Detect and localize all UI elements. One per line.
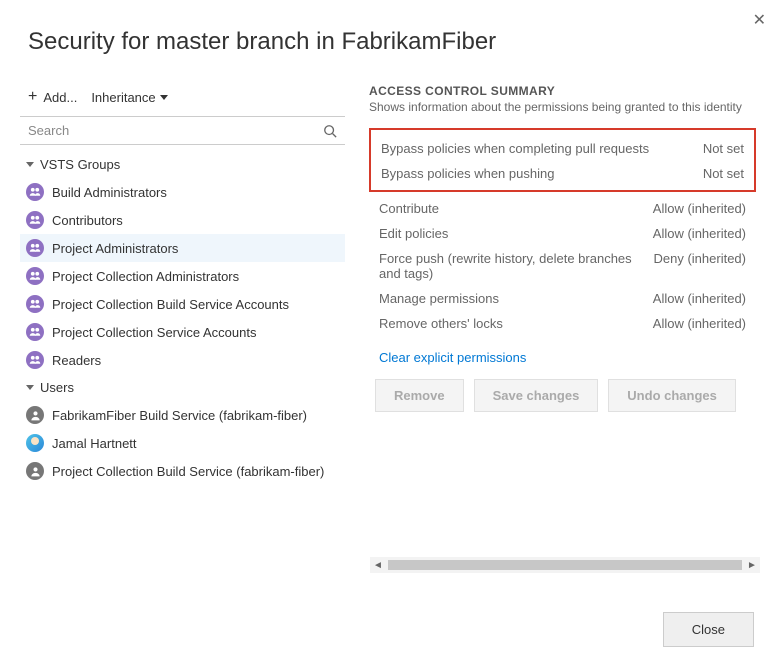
permission-row[interactable]: Remove others' locks Allow (inherited)	[369, 311, 756, 336]
group-label: Build Administrators	[52, 185, 167, 200]
permission-value: Deny (inherited)	[644, 251, 747, 281]
user-avatar-icon	[26, 434, 44, 452]
service-account-icon	[26, 462, 44, 480]
permission-name: Manage permissions	[379, 291, 499, 306]
plus-icon: +	[28, 88, 37, 106]
permission-value: Not set	[693, 141, 744, 156]
save-changes-button[interactable]: Save changes	[474, 379, 599, 412]
permission-name: Force push (rewrite history, delete bran…	[379, 251, 644, 281]
group-label: Project Collection Service Accounts	[52, 325, 256, 340]
group-label: Contributors	[52, 213, 123, 228]
highlighted-permissions: Bypass policies when completing pull req…	[369, 128, 756, 192]
group-label: Project Collection Build Service Account…	[52, 297, 289, 312]
clear-explicit-permissions-link[interactable]: Clear explicit permissions	[369, 336, 756, 379]
user-label: FabrikamFiber Build Service (fabrikam-fi…	[52, 408, 307, 423]
sidebar-item-group[interactable]: Project Collection Administrators	[20, 262, 345, 290]
search-row	[20, 116, 345, 145]
permission-name: Contribute	[379, 201, 439, 216]
permission-value: Allow (inherited)	[643, 316, 746, 331]
group-icon	[26, 183, 44, 201]
group-icon	[26, 211, 44, 229]
group-icon	[26, 295, 44, 313]
sidebar-item-group[interactable]: Readers	[20, 346, 345, 374]
action-buttons: Remove Save changes Undo changes	[369, 379, 756, 412]
permission-row[interactable]: Bypass policies when completing pull req…	[379, 136, 746, 161]
chevron-down-icon	[26, 162, 34, 167]
horizontal-scrollbar[interactable]: ◄ ►	[370, 557, 760, 573]
group-label: Readers	[52, 353, 101, 368]
chevron-down-icon	[160, 95, 168, 100]
permission-name: Bypass policies when completing pull req…	[381, 141, 649, 156]
user-label: Jamal Hartnett	[52, 436, 137, 451]
undo-changes-button[interactable]: Undo changes	[608, 379, 736, 412]
close-button[interactable]: Close	[663, 612, 754, 647]
identity-tree: VSTS Groups Build Administrators Contribu…	[20, 145, 345, 485]
user-label: Project Collection Build Service (fabrik…	[52, 464, 324, 479]
left-panel: + Add... Inheritance VSTS Groups Build A…	[20, 84, 355, 594]
group-icon	[26, 239, 44, 257]
search-icon	[323, 124, 337, 138]
permission-row[interactable]: Edit policies Allow (inherited)	[369, 221, 756, 246]
group-icon	[26, 351, 44, 369]
inheritance-label: Inheritance	[91, 90, 155, 105]
sidebar-item-user[interactable]: Project Collection Build Service (fabrik…	[20, 457, 345, 485]
chevron-down-icon	[26, 385, 34, 390]
sidebar-item-group[interactable]: Project Collection Build Service Account…	[20, 290, 345, 318]
remove-button[interactable]: Remove	[375, 379, 464, 412]
permission-name: Remove others' locks	[379, 316, 503, 331]
sidebar-item-group[interactable]: Build Administrators	[20, 178, 345, 206]
permission-row[interactable]: Bypass policies when pushing Not set	[379, 161, 746, 186]
group-label: Project Collection Administrators	[52, 269, 239, 284]
permission-row[interactable]: Manage permissions Allow (inherited)	[369, 286, 756, 311]
sidebar-item-user[interactable]: FabrikamFiber Build Service (fabrikam-fi…	[20, 401, 345, 429]
dialog-footer: Close	[0, 597, 780, 661]
group-icon	[26, 267, 44, 285]
scroll-right-icon[interactable]: ►	[744, 560, 760, 571]
acs-title: ACCESS CONTROL SUMMARY	[369, 84, 756, 98]
sidebar-item-group[interactable]: Project Administrators	[20, 234, 345, 262]
search-input[interactable]	[28, 123, 323, 138]
permission-value: Not set	[693, 166, 744, 181]
right-panel: ACCESS CONTROL SUMMARY Shows information…	[355, 84, 780, 594]
permission-name: Bypass policies when pushing	[381, 166, 554, 181]
close-icon[interactable]: ✕	[753, 10, 766, 30]
sidebar-item-group[interactable]: Project Collection Service Accounts	[20, 318, 345, 346]
permission-value: Allow (inherited)	[643, 291, 746, 306]
users-header[interactable]: Users	[20, 374, 345, 401]
group-label: Project Administrators	[52, 241, 178, 256]
service-account-icon	[26, 406, 44, 424]
add-button[interactable]: + Add...	[28, 88, 77, 106]
permission-name: Edit policies	[379, 226, 448, 241]
group-icon	[26, 323, 44, 341]
scroll-left-icon[interactable]: ◄	[370, 560, 386, 571]
acs-description: Shows information about the permissions …	[369, 100, 756, 114]
dialog-title: Security for master branch in FabrikamFi…	[0, 0, 780, 64]
permission-row[interactable]: Contribute Allow (inherited)	[369, 196, 756, 221]
sidebar-item-user[interactable]: Jamal Hartnett	[20, 429, 345, 457]
scrollbar-thumb[interactable]	[388, 560, 742, 570]
permission-value: Allow (inherited)	[643, 226, 746, 241]
groups-header[interactable]: VSTS Groups	[20, 151, 345, 178]
permission-row[interactable]: Force push (rewrite history, delete bran…	[369, 246, 756, 286]
inheritance-dropdown[interactable]: Inheritance	[91, 90, 167, 105]
permission-value: Allow (inherited)	[643, 201, 746, 216]
sidebar-item-group[interactable]: Contributors	[20, 206, 345, 234]
add-label: Add...	[43, 90, 77, 105]
